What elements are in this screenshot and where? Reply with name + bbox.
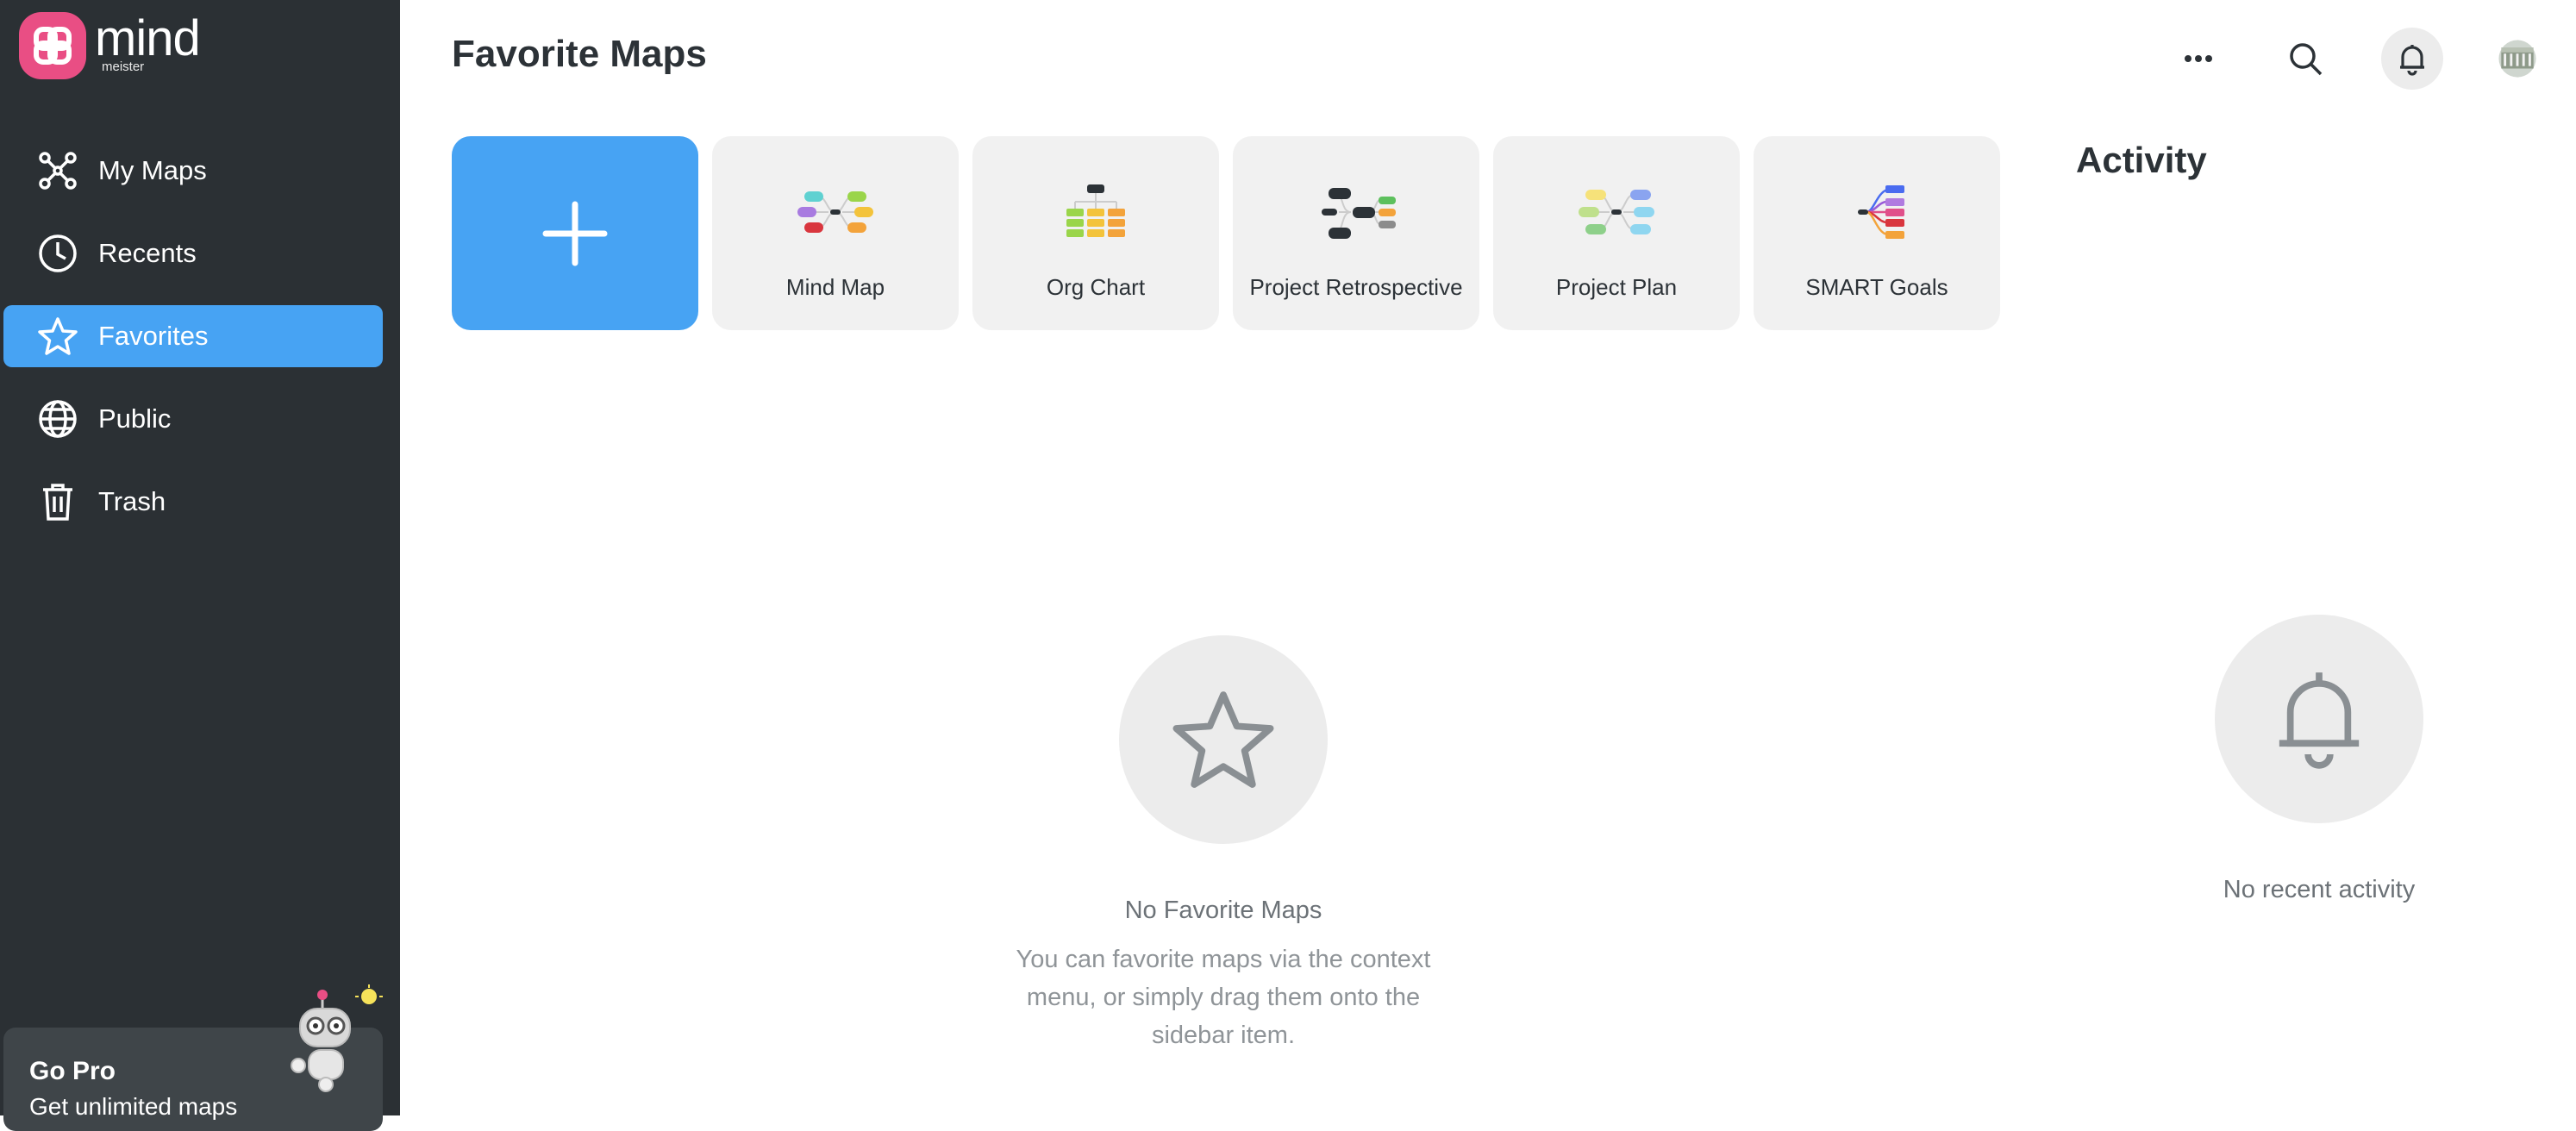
template-card-mind-map[interactable]: Mind Map <box>712 136 959 330</box>
sidebar-item-label: Favorites <box>98 321 209 351</box>
empty-favorites-text-line: You can favorite maps via the context <box>1016 946 1431 973</box>
org-chart-template-icon <box>1066 184 1125 237</box>
sidebar-item-my-maps[interactable]: My Maps <box>3 140 383 202</box>
sidebar-item-label: Trash <box>98 486 166 516</box>
empty-favorites-title: No Favorite Maps <box>1124 897 1322 924</box>
template-label: Project Retrospective <box>1249 274 1463 300</box>
project-plan-template-icon <box>1579 190 1654 234</box>
more-options-button[interactable] <box>2167 28 2229 90</box>
star-icon <box>38 317 78 355</box>
trash-icon <box>43 484 72 521</box>
empty-activity-illustration <box>2215 615 2423 823</box>
template-label: Mind Map <box>785 274 885 300</box>
retrospective-template-icon <box>1322 188 1396 239</box>
sidebar-item-label: Public <box>98 403 172 434</box>
sidebar-item-label: Recents <box>98 238 197 268</box>
avatar-icon <box>2498 40 2536 78</box>
sidebar-item-trash[interactable]: Trash <box>3 471 383 533</box>
empty-favorites-illustration <box>1119 635 1328 844</box>
sidebar-nav: My Maps Recents Favorites Public Trash <box>3 140 383 553</box>
go-pro-subtitle: Get unlimited maps <box>29 1093 238 1120</box>
bell-icon <box>2400 45 2424 76</box>
page-title: Favorite Maps <box>452 33 707 75</box>
template-card-smart-goals[interactable]: SMART Goals <box>1754 136 2000 330</box>
sidebar-item-recents[interactable]: Recents <box>3 222 383 284</box>
template-card-project-retrospective[interactable]: Project Retrospective <box>1233 136 1479 330</box>
clock-icon <box>39 234 77 272</box>
empty-favorites-text-line: sidebar item. <box>1151 1022 1295 1049</box>
robot-mascot-icon <box>291 984 383 1092</box>
sidebar-item-public[interactable]: Public <box>3 388 383 450</box>
globe-icon <box>39 400 77 438</box>
template-card-project-plan[interactable]: Project Plan <box>1493 136 1740 330</box>
logo-word: mind <box>95 10 201 66</box>
template-label: Org Chart <box>1046 274 1146 300</box>
sidebar-item-label: My Maps <box>98 155 207 185</box>
template-card-org-chart[interactable]: Org Chart <box>972 136 1219 330</box>
empty-activity-text: No recent activity <box>2223 876 2416 903</box>
sidebar: mind meister My Maps Recents Favorites P… <box>0 0 400 1131</box>
sidebar-item-favorites[interactable]: Favorites <box>3 305 383 367</box>
template-cards: Mind Map Org Chart Project Retrospective… <box>452 136 2014 330</box>
main-area: Favorite Maps Mind Map Org Chart Project… <box>400 0 2576 1115</box>
search-icon <box>2290 43 2323 76</box>
bell-icon <box>2279 672 2360 769</box>
smart-goals-template-icon <box>1858 185 1904 239</box>
activity-title: Activity <box>2076 140 2207 180</box>
empty-favorites-text-line: menu, or simply drag them onto the <box>1026 984 1421 1011</box>
template-label: SMART Goals <box>1805 274 1948 300</box>
notifications-button[interactable] <box>2381 28 2443 90</box>
star-icon <box>1172 691 1274 788</box>
plus-icon <box>542 201 608 266</box>
search-button[interactable] <box>2274 28 2336 90</box>
create-map-button[interactable] <box>452 136 698 330</box>
template-label: Project Plan <box>1555 274 1678 300</box>
user-avatar[interactable] <box>2486 28 2548 90</box>
empty-favorites-text: You can favorite maps via the context me… <box>965 940 1482 1054</box>
my-maps-icon <box>39 152 77 190</box>
mindmeister-logo[interactable]: mind meister <box>19 10 201 79</box>
more-dots-icon <box>2185 55 2212 62</box>
mind-map-template-icon <box>797 191 873 233</box>
logo-icon <box>19 12 86 79</box>
